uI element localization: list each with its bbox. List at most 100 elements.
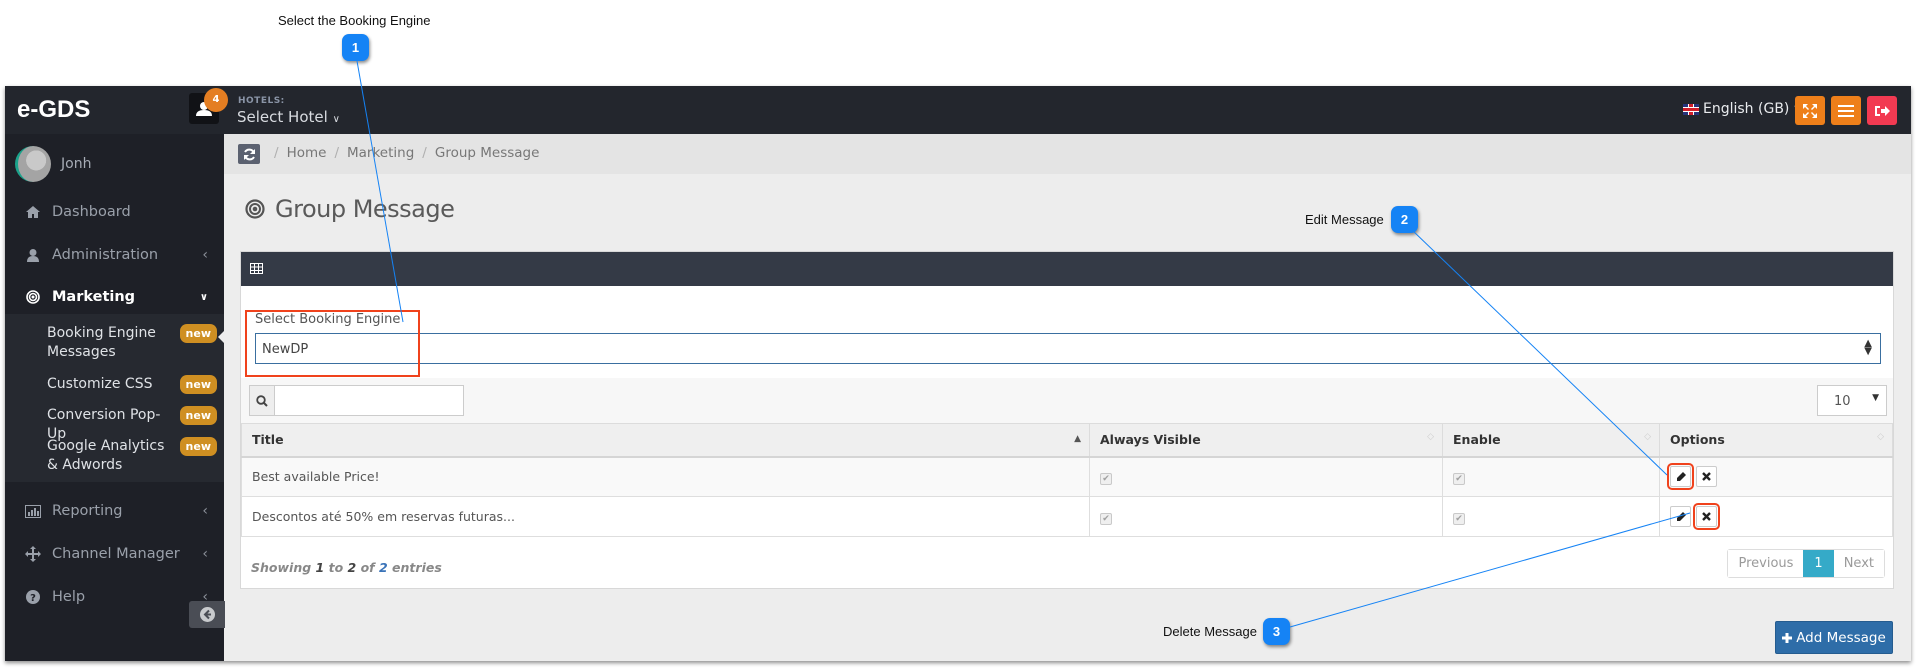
- pagination-previous[interactable]: Previous: [1728, 550, 1804, 577]
- language-selector[interactable]: English (GB) ∨: [1683, 101, 1800, 117]
- sort-asc-icon: ▲: [1074, 434, 1081, 444]
- pencil-icon: [1676, 471, 1686, 481]
- column-header-enable[interactable]: Enable ◇: [1442, 423, 1660, 458]
- new-badge: new: [179, 375, 217, 394]
- chevron-left-icon: ‹: [202, 247, 208, 263]
- table-icon: [250, 263, 263, 274]
- user-icon: [23, 248, 43, 262]
- sidebar: Jonh Dashboard Administration ‹ Marketin…: [5, 134, 225, 661]
- new-badge: new: [179, 406, 217, 425]
- sidebar-item-administration[interactable]: Administration ‹: [5, 235, 224, 275]
- bullseye-icon: [23, 290, 43, 304]
- sort-both-icon: ◇: [1427, 432, 1434, 442]
- sidebar-item-label: Administration: [52, 247, 159, 263]
- hotel-select-dropdown[interactable]: Select Hotel ∨: [237, 108, 340, 126]
- submenu-item-google-analytics[interactable]: Google Analytics & Adwords new: [47, 437, 217, 475]
- sort-both-icon: ◇: [1877, 432, 1884, 442]
- hotels-label: HOTELS:: [238, 96, 285, 106]
- sign-out-icon: [1875, 105, 1890, 116]
- group-message-panel: Select Booking Engine NewDP ▲ ▼ 10 ▼ Titl…: [240, 251, 1894, 589]
- expand-icon: [1803, 103, 1817, 118]
- hamburger-icon: [1838, 104, 1854, 117]
- logout-button[interactable]: [1867, 96, 1897, 125]
- bullseye-icon: [245, 199, 265, 219]
- sidebar-item-label: Reporting: [52, 503, 123, 519]
- close-icon: [1702, 512, 1711, 521]
- sidebar-item-label: Dashboard: [52, 204, 131, 220]
- messages-table: Title ▲ Always Visible ◇ Enable ◇ Options ◇ …: [241, 423, 1893, 537]
- sidebar-item-label: Channel Manager: [52, 546, 180, 562]
- sort-both-icon: ◇: [1644, 432, 1651, 442]
- sidebar-item-channel-manager[interactable]: Channel Manager ‹: [5, 534, 224, 574]
- page-length-select[interactable]: 10 ▼: [1817, 385, 1887, 416]
- breadcrumb-current: Group Message: [434, 145, 540, 161]
- sidebar-item-label: Help: [52, 589, 86, 605]
- column-header-always-visible[interactable]: Always Visible ◇: [1089, 423, 1443, 458]
- marketing-submenu: Booking Engine Messages new Customize CS…: [5, 314, 224, 482]
- avatar: [15, 146, 51, 182]
- annotation-2-label: Edit Message: [1305, 212, 1384, 227]
- table-info: Showing 1 to 2 of 2 entries: [251, 560, 442, 575]
- svg-text:?: ?: [30, 593, 36, 604]
- refresh-button[interactable]: [238, 144, 260, 164]
- panel-header: [241, 252, 1893, 286]
- always-visible-checkbox: ✔: [1100, 472, 1112, 485]
- sidebar-item-label: Marketing: [52, 289, 136, 305]
- booking-engine-highlight: [245, 310, 420, 377]
- menu-button[interactable]: [1831, 96, 1861, 125]
- edit-button[interactable]: [1670, 506, 1691, 527]
- page-title: Group Message: [245, 195, 455, 223]
- language-label: English (GB): [1703, 101, 1790, 117]
- sort-caret-icon: ▲ ▼: [1864, 338, 1872, 357]
- row-title: Descontos até 50% em reservas futuras...: [241, 496, 1090, 537]
- annotation-1-bubble: 1: [342, 34, 369, 61]
- sidebar-item-dashboard[interactable]: Dashboard: [5, 192, 224, 232]
- search-input[interactable]: [275, 386, 463, 415]
- submenu-item-booking-engine-messages[interactable]: Booking Engine Messages new: [47, 324, 217, 362]
- delete-button[interactable]: [1695, 466, 1717, 488]
- annotation-3-bubble: 3: [1263, 618, 1290, 645]
- search-icon: [250, 386, 275, 415]
- refresh-icon: [243, 148, 255, 160]
- sidebar-item-reporting[interactable]: Reporting ‹: [5, 491, 224, 531]
- collapse-sidebar-button[interactable]: [189, 601, 225, 628]
- chevron-left-icon: ‹: [202, 503, 208, 519]
- question-circle-icon: ?: [23, 590, 43, 604]
- column-header-title[interactable]: Title ▲: [241, 423, 1090, 458]
- delete-button[interactable]: [1692, 503, 1720, 530]
- pagination-next[interactable]: Next: [1833, 550, 1884, 577]
- close-icon: [1702, 472, 1711, 482]
- home-icon: [23, 206, 43, 218]
- top-navbar: e-GDS 4 HOTELS: Select Hotel ∨ English (…: [5, 86, 1911, 134]
- breadcrumb: / Home / Marketing / Group Message: [274, 145, 540, 161]
- hotel-select-label: Select Hotel: [237, 108, 328, 126]
- submenu-item-customize-css[interactable]: Customize CSS new: [47, 375, 217, 394]
- bar-chart-icon: [23, 504, 43, 518]
- page-length-value: 10: [1834, 394, 1851, 409]
- edit-button[interactable]: [1667, 463, 1694, 491]
- enable-checkbox: ✔: [1453, 512, 1465, 525]
- active-item-pointer: [218, 330, 225, 344]
- new-badge: new: [179, 324, 217, 343]
- breadcrumb-marketing[interactable]: Marketing: [347, 145, 414, 161]
- arrows-icon: [23, 546, 43, 562]
- brand-logo[interactable]: e-GDS: [17, 96, 90, 124]
- table-row: Best available Price! ✔ ✔: [241, 456, 1893, 497]
- caret-down-icon: ▼: [1872, 393, 1879, 403]
- always-visible-checkbox: ✔: [1100, 512, 1112, 525]
- row-title: Best available Price!: [241, 456, 1090, 497]
- chevron-down-icon: ∨: [332, 114, 340, 125]
- pagination-page-1[interactable]: 1: [1803, 550, 1834, 577]
- table-row: Descontos até 50% em reservas futuras...…: [241, 496, 1893, 537]
- arrow-circle-left-icon: [199, 607, 215, 622]
- booking-engine-select[interactable]: NewDP ▲ ▼: [255, 333, 1881, 364]
- annotation-1-label: Select the Booking Engine: [278, 13, 431, 28]
- sidebar-item-marketing[interactable]: Marketing ∨: [5, 277, 224, 317]
- column-header-options[interactable]: Options ◇: [1659, 423, 1893, 458]
- add-message-button[interactable]: Add Message: [1775, 621, 1893, 654]
- pagination: Previous 1 Next: [1727, 549, 1885, 578]
- user-profile[interactable]: Jonh: [15, 146, 91, 182]
- fullscreen-button[interactable]: [1795, 96, 1825, 125]
- breadcrumb-home[interactable]: Home: [287, 145, 327, 161]
- breadcrumb-bar: / Home / Marketing / Group Message: [224, 134, 1911, 174]
